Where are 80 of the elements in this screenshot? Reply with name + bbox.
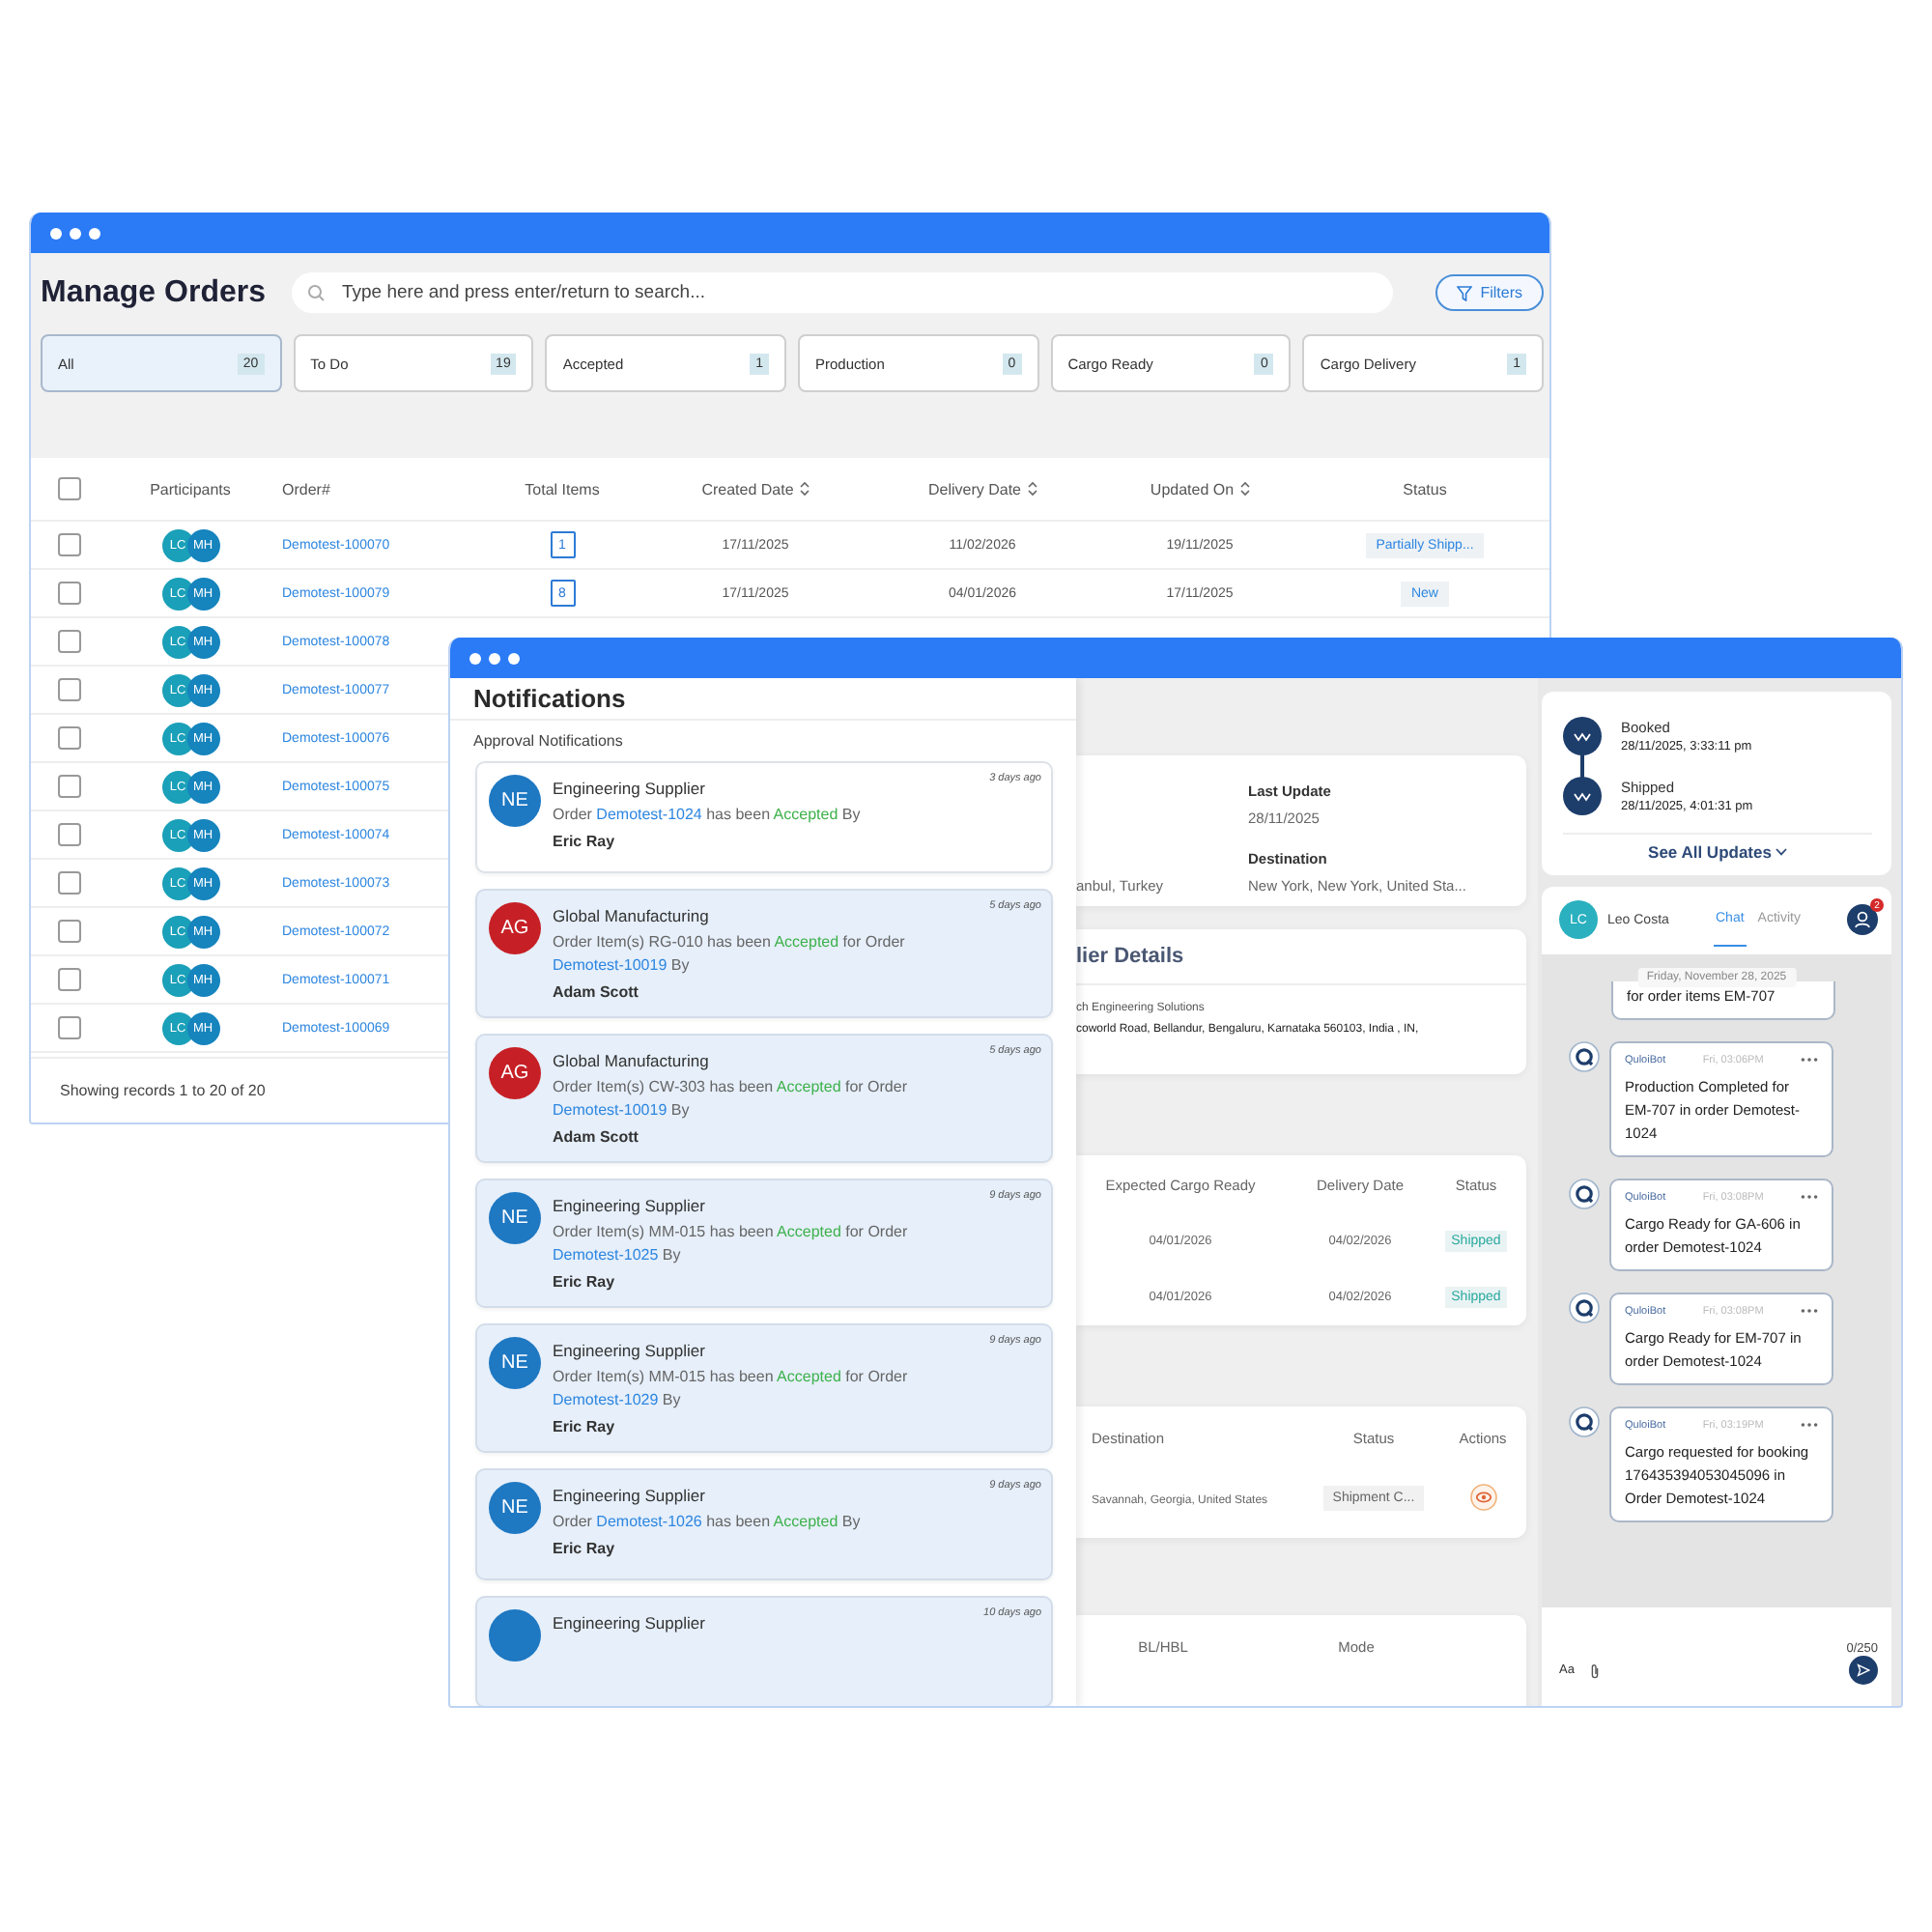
send-button[interactable] bbox=[1849, 1656, 1878, 1686]
column-header: Delivery Date bbox=[927, 480, 1021, 497]
column-header: Status bbox=[1403, 480, 1447, 497]
records-summary: Showing records 1 to 20 of 20 bbox=[60, 1082, 266, 1099]
column-header: Created Date bbox=[701, 480, 794, 497]
page-title: Manage Orders bbox=[41, 275, 268, 310]
filter-icon bbox=[1457, 285, 1473, 300]
bot-avatar-icon bbox=[1569, 1406, 1600, 1437]
approver-name: Adam Scott bbox=[553, 1128, 640, 1146]
notification-message: Order Demotest-1026 has been Accepted By bbox=[553, 1511, 861, 1534]
order-link[interactable]: Demotest-1025 bbox=[553, 1246, 659, 1264]
checkbox[interactable] bbox=[58, 533, 81, 556]
sender-avatar: NE bbox=[489, 1337, 541, 1389]
sender-name: Engineering Supplier bbox=[553, 1613, 705, 1633]
order-link[interactable]: Demotest-1026 bbox=[596, 1513, 702, 1530]
search-field[interactable]: Type here and press enter/return to search... bbox=[292, 272, 1394, 313]
sort-icon[interactable] bbox=[1239, 481, 1250, 497]
sender-avatar: AG bbox=[489, 902, 541, 954]
bot-avatar-icon bbox=[1569, 1178, 1600, 1209]
timeline-connector bbox=[1580, 752, 1584, 779]
order-link[interactable]: Demotest-10019 bbox=[553, 956, 668, 974]
sender-avatar: NE bbox=[489, 1482, 541, 1534]
checkbox[interactable] bbox=[58, 871, 81, 895]
more-icon[interactable] bbox=[1801, 1057, 1818, 1064]
sender-name: Engineering Supplier bbox=[553, 1196, 707, 1215]
notification-message: Order Item(s) MM-015 has been Accepted for Order Demotest-1025 By bbox=[553, 1221, 910, 1267]
order-link[interactable]: Demotest-1024 bbox=[596, 806, 702, 823]
sort-icon[interactable] bbox=[1027, 481, 1037, 497]
checkbox[interactable] bbox=[58, 1016, 81, 1039]
checkbox[interactable] bbox=[58, 823, 81, 846]
order-link[interactable]: Demotest-10019 bbox=[553, 1101, 668, 1119]
column-header: Updated On bbox=[1150, 480, 1235, 497]
notification-message: Order Item(s) MM-015 has been Accepted for Order Demotest-1029 By bbox=[553, 1366, 910, 1412]
approver-name: Adam Scott bbox=[553, 983, 640, 1001]
approver-name: Eric Ray bbox=[553, 1273, 617, 1291]
more-icon[interactable] bbox=[1801, 1308, 1818, 1315]
search-icon bbox=[307, 284, 325, 301]
column-header: Order# bbox=[282, 480, 330, 497]
column-header: Total Items bbox=[525, 480, 600, 497]
notification-message: Order Demotest-1024 has been Accepted By bbox=[553, 804, 861, 827]
sender-name: Global Manufacturing bbox=[553, 906, 711, 925]
sender-avatar: AG bbox=[489, 1047, 541, 1099]
section-label: Approval Notifications bbox=[471, 730, 625, 753]
filters-button[interactable]: Filters bbox=[1435, 274, 1544, 311]
bot-avatar-icon bbox=[1569, 1040, 1600, 1072]
attach-icon[interactable] bbox=[1589, 1662, 1600, 1679]
sender-avatar: NE bbox=[489, 1192, 541, 1244]
window-controls-icon bbox=[50, 227, 100, 239]
chevron-down-icon bbox=[1775, 848, 1787, 856]
window-controls-icon bbox=[469, 652, 520, 664]
section-heading: lier Details bbox=[1076, 945, 1184, 968]
checkbox[interactable] bbox=[58, 678, 81, 701]
checkbox[interactable] bbox=[58, 630, 81, 653]
approver-name: Eric Ray bbox=[553, 833, 617, 850]
checkbox[interactable] bbox=[58, 968, 81, 991]
notification-message: Order Item(s) CW-303 has been Accepted for Order Demotest-10019 By bbox=[553, 1076, 909, 1122]
column-header: Participants bbox=[150, 480, 231, 497]
order-link[interactable]: Demotest-1029 bbox=[553, 1391, 659, 1408]
panel-title: Notifications bbox=[450, 678, 1076, 721]
see-all-updates-link[interactable]: See All Updates bbox=[1563, 833, 1872, 864]
checkbox[interactable] bbox=[58, 920, 81, 943]
bot-avatar-icon bbox=[1569, 1292, 1600, 1323]
sender-name: Engineering Supplier bbox=[553, 1486, 707, 1505]
checkbox[interactable] bbox=[58, 477, 81, 500]
checkbox[interactable] bbox=[58, 726, 81, 750]
more-icon[interactable] bbox=[1801, 1194, 1818, 1201]
checkbox[interactable] bbox=[58, 775, 81, 798]
sender-avatar: NE bbox=[489, 775, 541, 827]
notification-message: Order Item(s) RG-010 has been Accepted for Order Demotest-10019 By bbox=[553, 931, 907, 978]
sender-name: Engineering Supplier bbox=[553, 779, 707, 798]
participants-icon[interactable] bbox=[1847, 904, 1878, 936]
approver-name: Eric Ray bbox=[553, 1418, 617, 1435]
view-icon[interactable] bbox=[1469, 1484, 1496, 1511]
sender-name: Global Manufacturing bbox=[553, 1051, 711, 1070]
checkbox[interactable] bbox=[58, 582, 81, 605]
approver-name: Eric Ray bbox=[553, 1540, 617, 1557]
send-icon bbox=[1857, 1663, 1870, 1678]
sort-icon[interactable] bbox=[799, 481, 810, 497]
sender-name: Engineering Supplier bbox=[553, 1341, 707, 1360]
more-icon[interactable] bbox=[1801, 1422, 1818, 1429]
